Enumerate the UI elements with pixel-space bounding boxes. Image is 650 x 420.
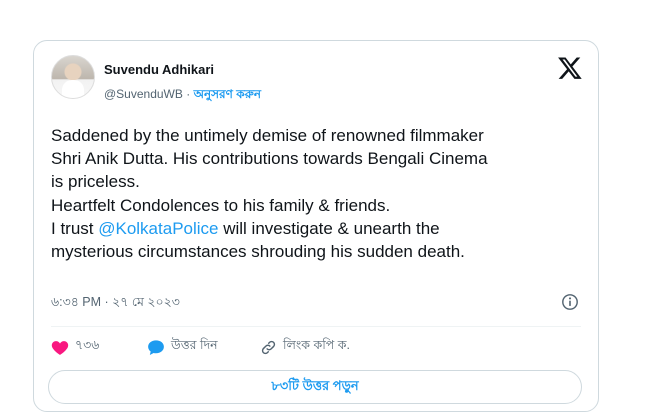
mention-link[interactable]: @KolkataPolice xyxy=(98,219,218,238)
avatar[interactable] xyxy=(51,55,95,99)
author-handle[interactable]: @SuvenduWB xyxy=(104,87,183,101)
trust-prefix: I trust xyxy=(51,218,99,238)
read-replies-button[interactable]: ৮৩টি উত্তর পড়ুন xyxy=(48,370,582,404)
tweet-line: mysterious circumstances shrouding his s… xyxy=(51,242,465,262)
reply-label: উত্তর দিন xyxy=(171,338,218,352)
copy-link-label: লিংক কপি ক. xyxy=(283,338,350,352)
tweet-line: is priceless. xyxy=(51,172,140,192)
handle-row: @SuvenduWB · অনুসরণ করুন xyxy=(104,86,261,106)
link-icon xyxy=(261,340,276,354)
heart-icon xyxy=(51,340,69,355)
divider xyxy=(51,326,581,327)
trust-suffix: will investigate & unearth the xyxy=(218,218,440,238)
tweet-card: Suvendu Adhikari @SuvenduWB · অনুসরণ করু… xyxy=(33,40,599,412)
tweet-line: Heartfelt Condolences to his family & fr… xyxy=(51,195,391,215)
author-name[interactable]: Suvendu Adhikari xyxy=(104,62,214,77)
speech-bubble-icon xyxy=(148,339,164,355)
like-button[interactable]: ৭৩৬ xyxy=(51,337,99,357)
like-count: ৭৩৬ xyxy=(75,338,100,352)
tweet-text: Saddened by the untimely demise of renow… xyxy=(51,124,586,263)
follow-button[interactable]: অনুসরণ করুন xyxy=(194,87,261,101)
separator: · xyxy=(186,87,191,101)
timestamp[interactable]: ৬:৩৪ PM · ২৭ মে ২০২৩ xyxy=(51,294,180,314)
reply-button[interactable]: উত্তর দিন xyxy=(147,337,218,357)
x-logo-icon[interactable] xyxy=(557,55,583,81)
info-icon[interactable] xyxy=(561,293,579,311)
tweet-line-mention: I trust @KolkataPolice will investigate … xyxy=(51,217,586,240)
copy-link-button[interactable]: লিংক কপি ক. xyxy=(260,337,350,357)
tweet-line: Shri Anik Dutta. His contributions towar… xyxy=(51,149,488,169)
tweet-line: Saddened by the untimely demise of renow… xyxy=(51,126,484,145)
